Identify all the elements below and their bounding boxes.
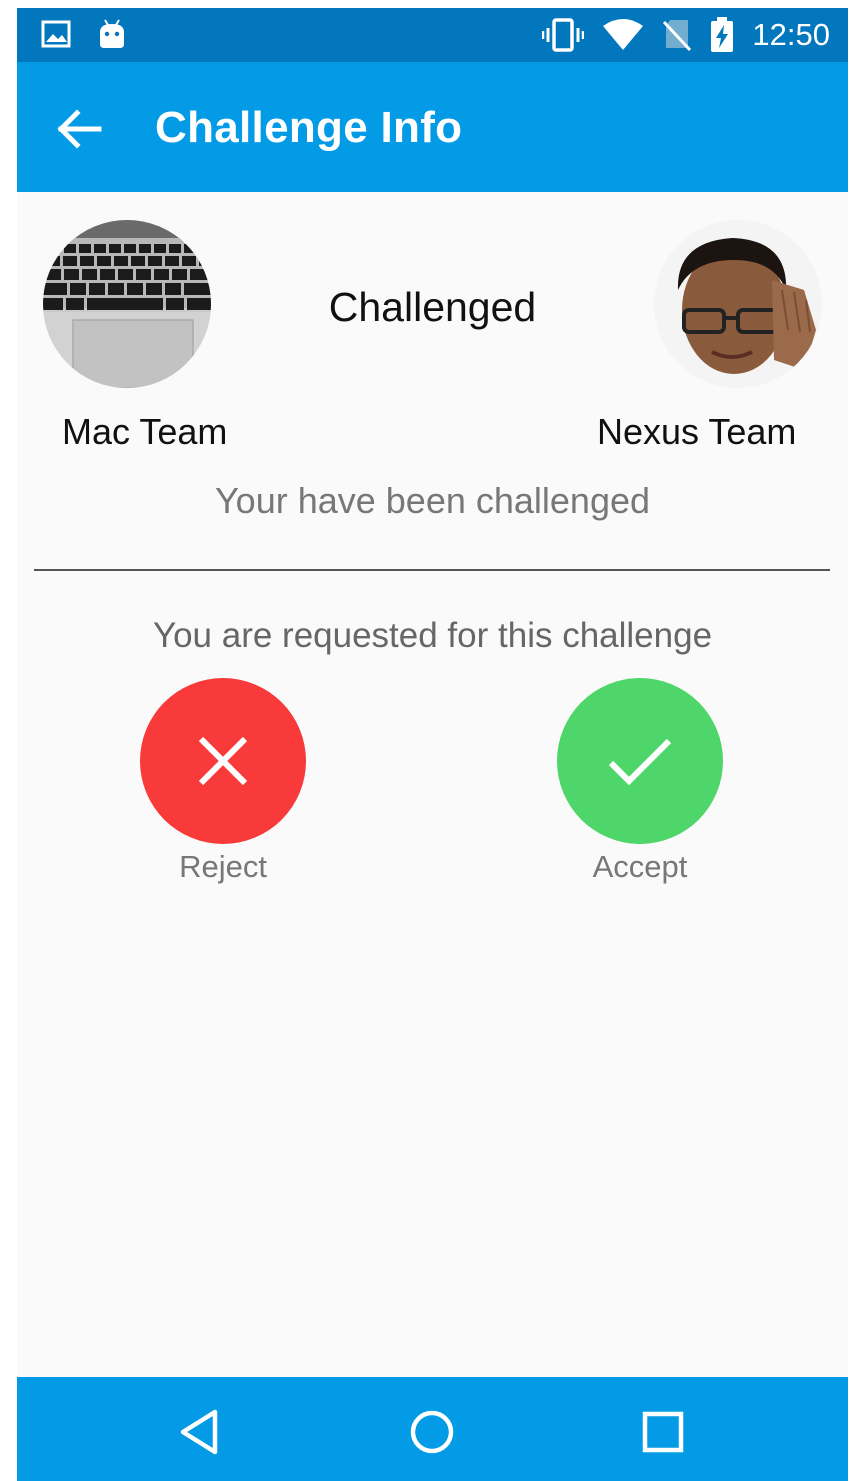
person-photo (654, 220, 822, 388)
page-title: Challenge Info (155, 103, 463, 152)
app-bar: Challenge Info (17, 62, 848, 192)
home-circle-icon (410, 1410, 454, 1454)
app-screen: 12:50 Challenge Info Challenged Mac Team… (17, 8, 848, 1481)
check-icon (608, 738, 672, 786)
nav-recents-button[interactable] (638, 1407, 688, 1457)
status-left-icons (41, 18, 127, 50)
no-sim-icon (663, 20, 692, 52)
nexus-team-avatar[interactable] (654, 220, 822, 388)
close-icon (198, 736, 248, 786)
request-text: You are requested for this challenge (152, 616, 713, 655)
back-button[interactable] (55, 104, 105, 154)
image-icon (41, 20, 71, 48)
arrow-left-icon (57, 109, 102, 149)
accept-label: Accept (592, 849, 688, 884)
nav-home-button[interactable] (407, 1407, 457, 1457)
mac-team-name: Mac Team (62, 411, 228, 452)
status-bar: 12:50 (17, 8, 848, 62)
challenge-message: Your have been challenged (214, 480, 651, 521)
battery-charging-icon (711, 17, 734, 52)
android-icon (100, 19, 124, 48)
recents-square-icon (642, 1411, 684, 1453)
reject-label: Reject (179, 849, 267, 884)
accept-button[interactable] (557, 678, 723, 844)
status-right-icons: 12:50 (542, 16, 830, 54)
navigation-bar (17, 1377, 848, 1481)
status-time: 12:50 (752, 17, 830, 52)
back-triangle-icon (180, 1409, 218, 1455)
nav-back-button[interactable] (175, 1407, 225, 1457)
divider (34, 569, 830, 571)
reject-button[interactable] (140, 678, 306, 844)
wifi-icon (603, 19, 644, 50)
nexus-team-name: Nexus Team (597, 411, 797, 452)
vibrate-icon (542, 18, 585, 52)
